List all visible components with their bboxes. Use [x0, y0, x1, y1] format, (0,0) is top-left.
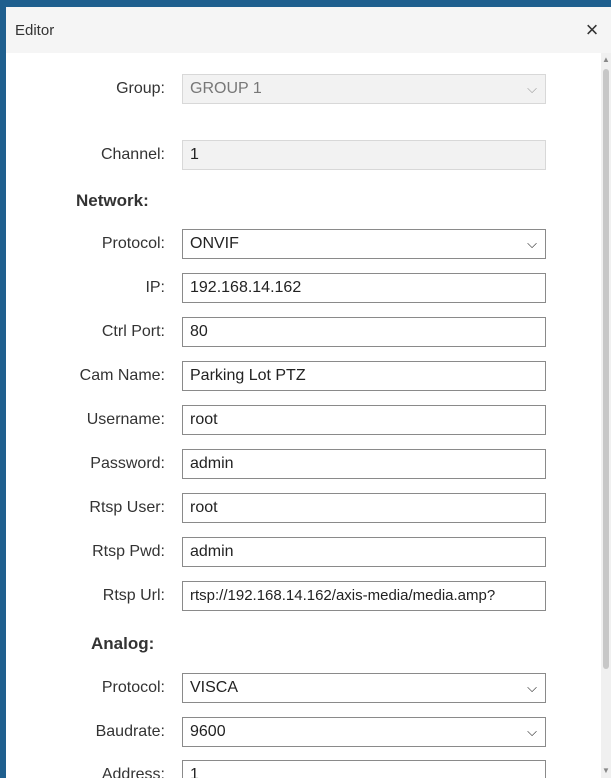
ctrl-port-value: 80: [190, 323, 208, 340]
window-title: Editor: [15, 22, 55, 39]
vertical-scrollbar[interactable]: ▲ ▼: [601, 53, 611, 778]
network-protocol-label: Protocol:: [101, 235, 165, 252]
scrollbar-thumb[interactable]: [603, 69, 609, 669]
ip-row: IP: 192.168.14.162: [6, 273, 601, 303]
chevron-down-icon: ⌵: [527, 81, 537, 96]
baudrate-row: Baudrate: 9600 ⌵: [6, 717, 601, 747]
cam-name-row: Cam Name: Parking Lot PTZ: [6, 361, 601, 391]
ip-input[interactable]: 192.168.14.162: [182, 273, 546, 303]
username-value: root: [190, 411, 218, 428]
group-row: Group: GROUP 1 ⌵: [6, 74, 601, 104]
chevron-down-icon: ⌵: [527, 724, 537, 739]
rtsp-pwd-input[interactable]: admin: [182, 537, 546, 567]
rtsp-url-input[interactable]: rtsp://192.168.14.162/axis-media/media.a…: [182, 581, 546, 611]
rtsp-url-label: Rtsp Url:: [102, 587, 165, 604]
address-input[interactable]: 1: [182, 760, 546, 778]
channel-label: Channel:: [100, 146, 165, 163]
password-input[interactable]: admin: [182, 449, 546, 479]
rtsp-user-row: Rtsp User: root: [6, 493, 601, 523]
password-value: admin: [190, 455, 234, 472]
password-label: Password:: [90, 455, 165, 472]
analog-heading: Analog:: [91, 634, 155, 653]
cam-name-input[interactable]: Parking Lot PTZ: [182, 361, 546, 391]
baudrate-select[interactable]: 9600 ⌵: [182, 717, 546, 747]
cam-name-value: Parking Lot PTZ: [190, 367, 306, 384]
editor-dialog: Editor × Group: GROUP 1 ⌵ Channel: 1 Net…: [6, 7, 611, 778]
analog-protocol-value: VISCA: [190, 679, 239, 696]
rtsp-user-value: root: [190, 499, 218, 516]
address-row: Address: 1: [6, 760, 601, 778]
group-value: GROUP 1: [190, 80, 262, 97]
group-select: GROUP 1 ⌵: [182, 74, 546, 104]
channel-row: Channel: 1: [6, 140, 601, 170]
network-protocol-value: ONVIF: [190, 235, 239, 252]
username-input[interactable]: root: [182, 405, 546, 435]
title-bar: Editor ×: [6, 7, 611, 53]
analog-protocol-label: Protocol:: [101, 679, 165, 696]
ctrl-port-row: Ctrl Port: 80: [6, 317, 601, 347]
rtsp-pwd-label: Rtsp Pwd:: [92, 543, 165, 560]
rtsp-user-input[interactable]: root: [182, 493, 546, 523]
close-icon[interactable]: ×: [580, 18, 604, 42]
ip-value: 192.168.14.162: [190, 279, 302, 296]
rtsp-user-label: Rtsp User:: [89, 499, 165, 516]
address-label: Address:: [101, 766, 165, 778]
address-value: 1: [190, 766, 199, 778]
analog-protocol-select[interactable]: VISCA ⌵: [182, 673, 546, 703]
rtsp-pwd-value: admin: [190, 543, 234, 560]
username-row: Username: root: [6, 405, 601, 435]
password-row: Password: admin: [6, 449, 601, 479]
chevron-down-icon: ⌵: [527, 236, 537, 251]
rtsp-pwd-row: Rtsp Pwd: admin: [6, 537, 601, 567]
ip-label: IP:: [145, 279, 165, 296]
scroll-down-icon[interactable]: ▼: [601, 764, 611, 778]
ctrl-port-input[interactable]: 80: [182, 317, 546, 347]
ctrl-port-label: Ctrl Port:: [101, 323, 165, 340]
analog-protocol-row: Protocol: VISCA ⌵: [6, 673, 601, 703]
network-heading: Network:: [76, 191, 149, 210]
network-protocol-select[interactable]: ONVIF ⌵: [182, 229, 546, 259]
cam-name-label: Cam Name:: [79, 367, 165, 384]
network-protocol-row: Protocol: ONVIF ⌵: [6, 229, 601, 259]
group-label: Group:: [116, 80, 165, 97]
scroll-up-icon[interactable]: ▲: [601, 53, 611, 67]
channel-value: 1: [190, 146, 199, 163]
baudrate-value: 9600: [190, 723, 226, 740]
chevron-down-icon: ⌵: [527, 680, 537, 695]
username-label: Username:: [86, 411, 165, 428]
channel-field: 1: [182, 140, 546, 170]
baudrate-label: Baudrate:: [95, 723, 165, 740]
rtsp-url-value: rtsp://192.168.14.162/axis-media/media.a…: [190, 587, 496, 604]
rtsp-url-row: Rtsp Url: rtsp://192.168.14.162/axis-med…: [6, 581, 601, 611]
form-content: Group: GROUP 1 ⌵ Channel: 1 Network: Pro…: [6, 53, 601, 778]
